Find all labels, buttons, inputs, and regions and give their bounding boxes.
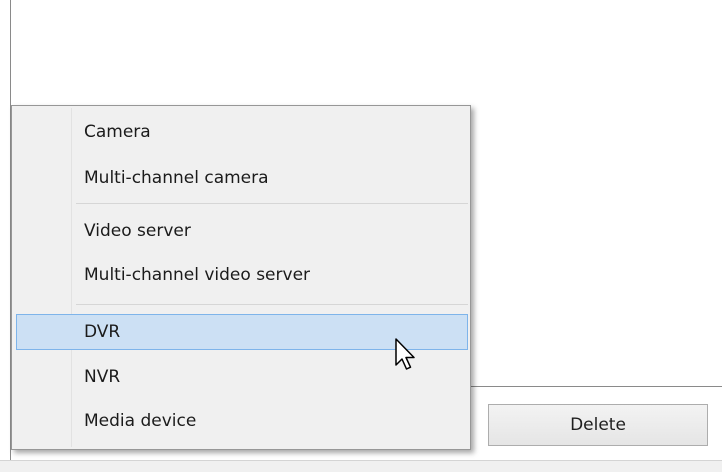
menu-item-multi-channel-video-server[interactable]: Multi-channel video server (16, 257, 468, 293)
menu-item-multi-channel-camera[interactable]: Multi-channel camera (16, 160, 468, 196)
menu-item-media-device[interactable]: Media device (16, 403, 468, 439)
window-bottom-edge (0, 460, 722, 472)
delete-button[interactable]: Delete (488, 404, 708, 446)
menu-separator (76, 304, 468, 305)
panel-bottom-border (470, 386, 722, 387)
arrow-cursor-icon (395, 338, 415, 370)
menu-item-video-server[interactable]: Video server (16, 213, 468, 249)
menu-separator (76, 203, 468, 204)
add-device-context-menu: Camera Multi-channel camera Video server… (11, 105, 471, 450)
menu-item-camera[interactable]: Camera (16, 114, 468, 150)
